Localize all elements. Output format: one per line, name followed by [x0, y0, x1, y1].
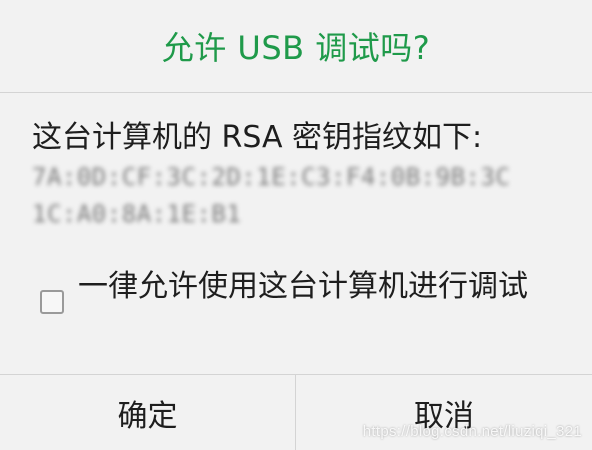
watermark: https://blog.csdn.net/liuziqi_321: [362, 423, 582, 440]
fingerprint-line-2: 1C:A0:8A:1E:B1: [32, 200, 242, 228]
always-allow-row[interactable]: 一律允许使用这台计算机进行调试: [40, 268, 560, 314]
ok-button[interactable]: 确定: [0, 375, 295, 450]
always-allow-label[interactable]: 一律允许使用这台计算机进行调试: [78, 268, 548, 306]
title-divider: [0, 92, 592, 93]
fingerprint-message: 这台计算机的 RSA 密钥指纹如下:: [32, 120, 483, 155]
dialog-title: 允许 USB 调试吗?: [161, 29, 431, 67]
always-allow-checkbox[interactable]: [40, 290, 64, 314]
fingerprint-line-1: 7A:0D:CF:3C:2D:1E:C3:F4:0B:9B:3C: [32, 163, 511, 191]
usb-debug-dialog: 允许 USB 调试吗? 这台计算机的 RSA 密钥指纹如下: 7A:0D:CF:…: [0, 0, 592, 450]
